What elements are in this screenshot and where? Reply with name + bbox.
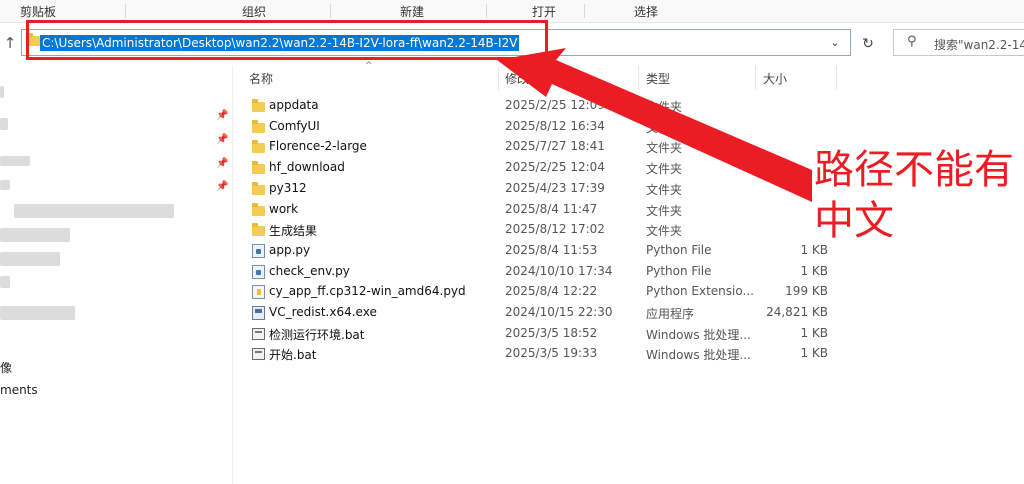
annotation-text: 路径不能有中文 — [814, 147, 1014, 244]
